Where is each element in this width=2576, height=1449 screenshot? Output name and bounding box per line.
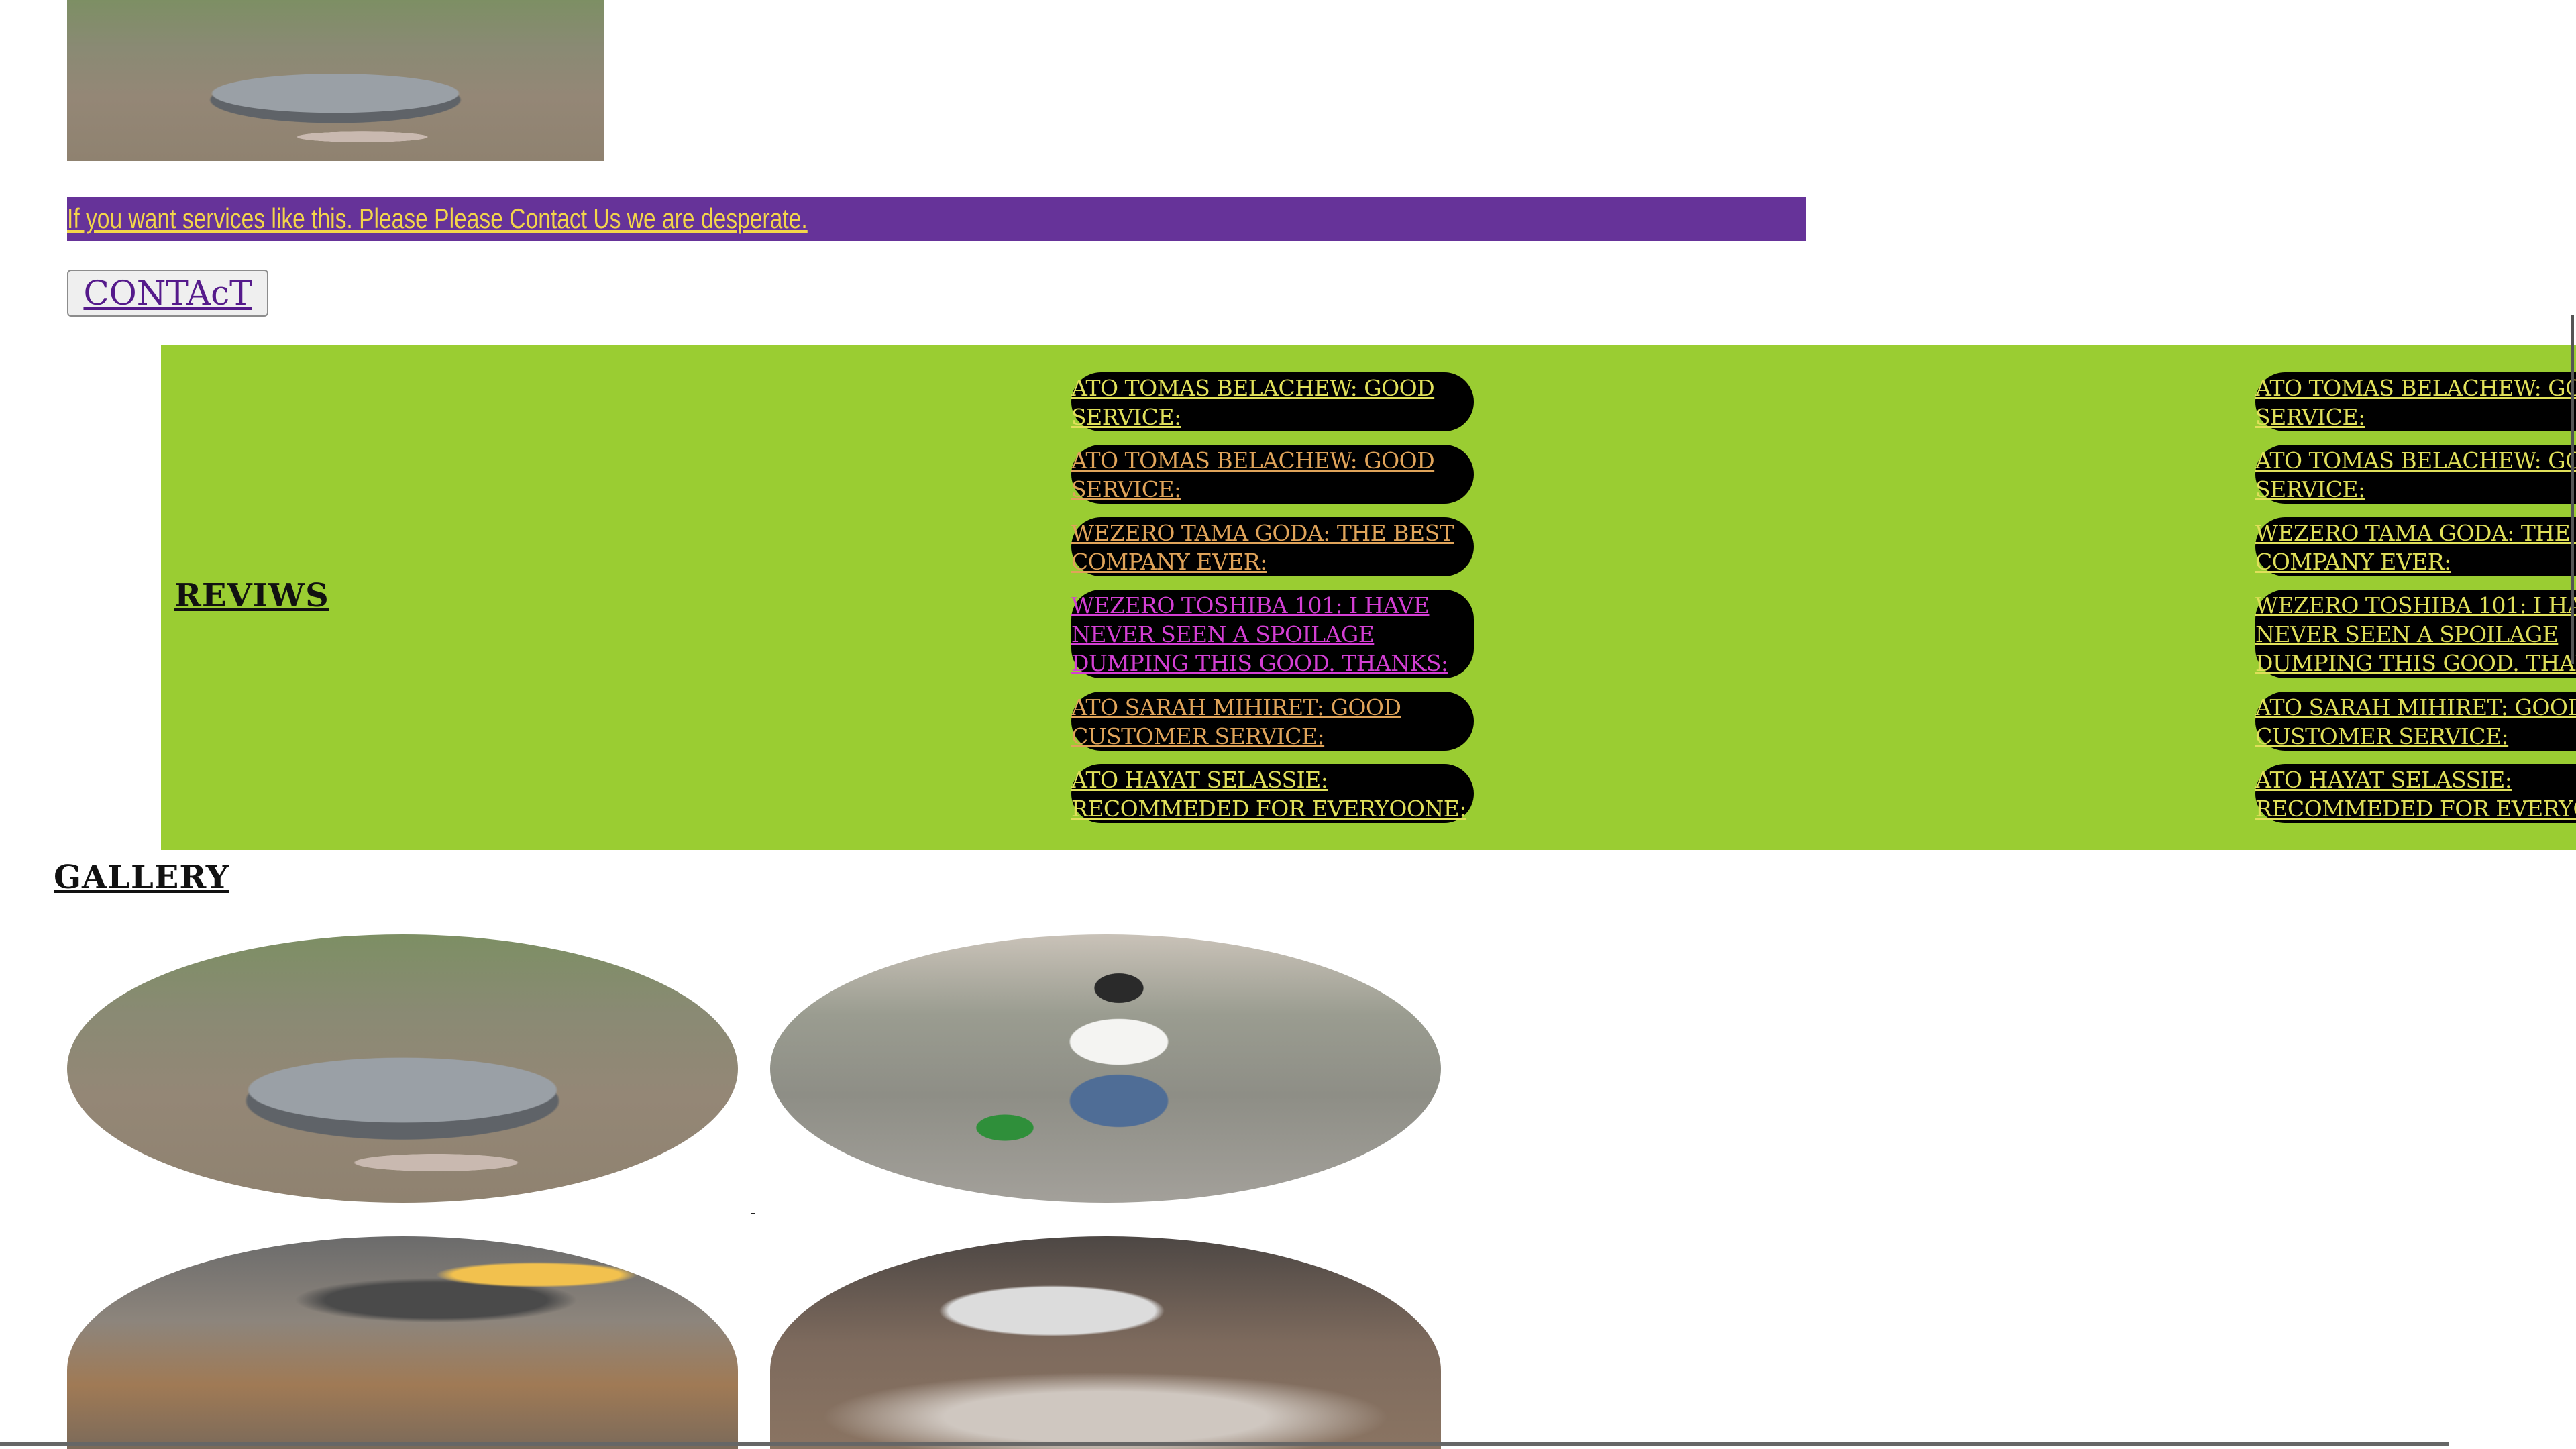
review-item[interactable]: WEZERO TOSHIBA 101: I HAVE NEVER SEEN A …	[1071, 590, 1474, 678]
gallery-image-blur	[67, 1236, 738, 1449]
reviews-column-1: ATO TOMAS BELACHEW: GOOD SERVICE: ATO TO…	[1071, 372, 1474, 837]
contact-banner-link[interactable]: If you want services like this. Please P…	[67, 197, 1458, 241]
review-item[interactable]: WEZERO TAMA GODA: THE BEST COMPANY EVER:	[2255, 517, 2576, 576]
review-item[interactable]: ATO TOMAS BELACHEW: GOOD SERVICE:	[2255, 445, 2576, 504]
review-item[interactable]: WEZERO TAMA GODA: THE BEST COMPANY EVER:	[1071, 517, 1474, 576]
gallery-title: GALLERY	[54, 859, 229, 896]
vertical-scrollbar[interactable]	[2571, 315, 2574, 664]
gallery-image-tray	[67, 934, 738, 1203]
review-item[interactable]: ATO TOMAS BELACHEW: GOOD SERVICE:	[2255, 372, 2576, 431]
gallery-image-bin	[770, 1236, 1441, 1449]
reviews-title: REVIWS	[174, 577, 329, 614]
review-item[interactable]: ATO HAYAT SELASSIE: RECOMMEDED FOR EVERY…	[2255, 764, 2576, 823]
gallery-image-person	[770, 934, 1441, 1203]
hero-image	[67, 0, 604, 161]
review-item[interactable]: ATO SARAH MIHIRET: GOOD CUSTOMER SERVICE…	[2255, 692, 2576, 751]
contact-button[interactable]: CONTAcT	[67, 270, 268, 317]
review-item[interactable]: WEZERO TOSHIBA 101: I HAVE NEVER SEEN A …	[2255, 590, 2576, 678]
divider-dot	[751, 1213, 755, 1214]
review-item[interactable]: ATO SARAH MIHIRET: GOOD CUSTOMER SERVICE…	[1071, 692, 1474, 751]
review-item[interactable]: ATO TOMAS BELACHEW: GOOD SERVICE:	[1071, 372, 1474, 431]
reviews-section: REVIWS ATO TOMAS BELACHEW: GOOD SERVICE:…	[161, 345, 2576, 850]
contact-banner: If you want services like this. Please P…	[67, 197, 1806, 241]
horizontal-scrollbar[interactable]	[0, 1442, 2449, 1446]
review-item[interactable]: ATO TOMAS BELACHEW: GOOD SERVICE:	[1071, 445, 1474, 504]
reviews-column-2: ATO TOMAS BELACHEW: GOOD SERVICE: ATO TO…	[2255, 372, 2576, 837]
review-item[interactable]: ATO HAYAT SELASSIE: RECOMMEDED FOR EVERY…	[1071, 764, 1474, 823]
